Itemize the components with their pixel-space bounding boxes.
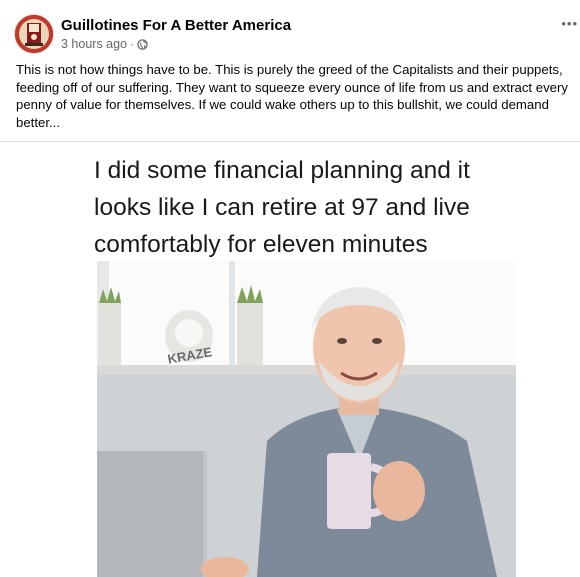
meta-separator: · [130, 37, 135, 51]
page-name-link[interactable]: Guillotines For A Better America [61, 17, 291, 34]
post-card: Guillotines For A Better America 3 hours… [0, 0, 580, 577]
post-divider [0, 141, 580, 142]
post-body-text: This is not how things have to be. This … [16, 62, 568, 130]
page-avatar[interactable] [14, 14, 54, 54]
post-meta: 3 hours ago · [61, 37, 148, 51]
meme-image[interactable]: I did some financial planning and it loo… [79, 143, 534, 577]
meme-caption: I did some financial planning and it loo… [94, 157, 470, 258]
post-header: Guillotines For A Better America 3 hours… [14, 14, 577, 54]
globe-icon[interactable] [137, 38, 148, 50]
post-timestamp[interactable]: 3 hours ago [61, 37, 127, 51]
man-with-coffee-mug-photo: KRAZE [97, 261, 516, 577]
more-options-icon[interactable]: ••• [561, 16, 578, 31]
avatar-image-icon [15, 15, 53, 53]
